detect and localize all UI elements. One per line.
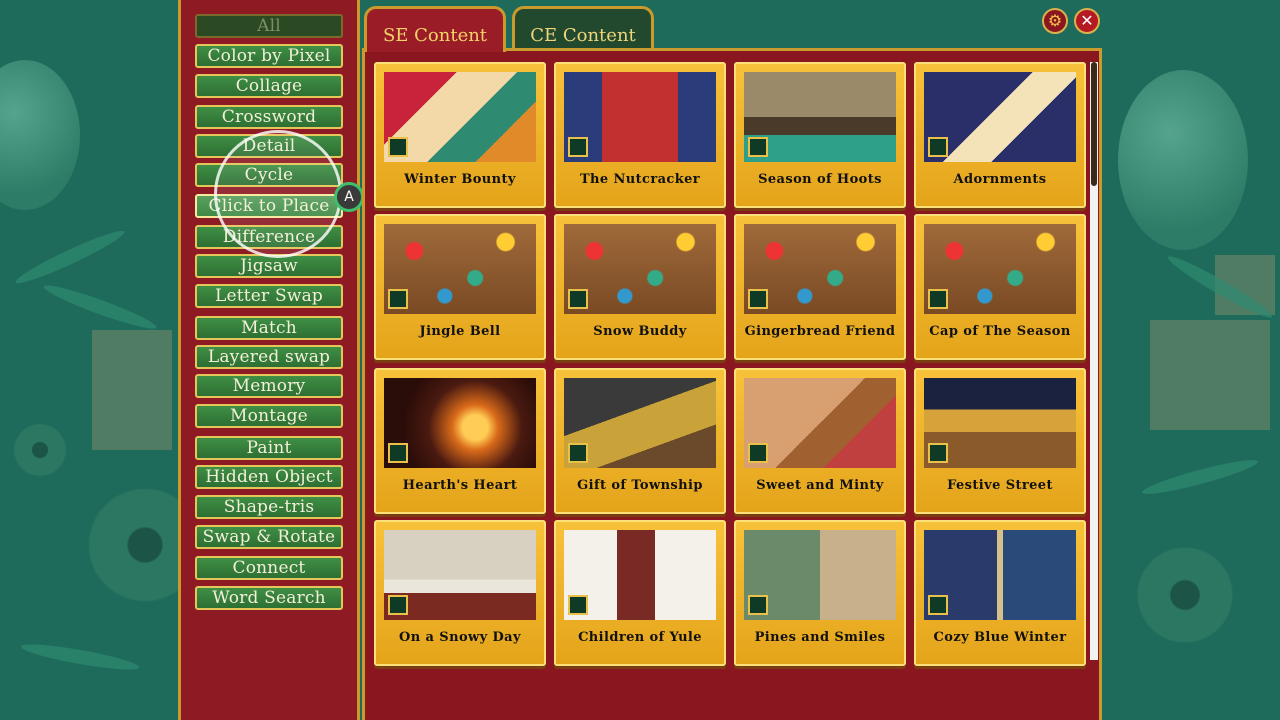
puzzle-title: Jingle Bell <box>419 324 501 339</box>
puzzle-title: Children of Yule <box>578 630 702 645</box>
category-button-montage[interactable]: Montage <box>195 404 343 428</box>
puzzle-checkbox[interactable] <box>568 443 588 463</box>
puzzle-card[interactable]: Season of Hoots <box>734 62 906 208</box>
puzzle-card[interactable]: Festive Street <box>914 368 1086 514</box>
puzzle-card[interactable]: Pines and Smiles <box>734 520 906 666</box>
puzzle-title: Hearth's Heart <box>402 478 518 493</box>
puzzle-checkbox[interactable] <box>568 289 588 309</box>
puzzle-title: Adornments <box>953 172 1047 187</box>
tab-ce-content[interactable]: CE Content <box>512 6 654 48</box>
category-button-match[interactable]: Match <box>195 316 343 340</box>
poinsettia-decoration <box>1130 540 1240 650</box>
puzzle-checkbox[interactable] <box>388 289 408 309</box>
puzzle-card[interactable]: On a Snowy Day <box>374 520 546 666</box>
gift-decoration <box>1150 320 1270 430</box>
puzzle-title: Cap of The Season <box>929 324 1071 339</box>
puzzle-card[interactable]: Hearth's Heart <box>374 368 546 514</box>
category-button-word-search[interactable]: Word Search <box>195 586 343 610</box>
puzzle-card[interactable]: Winter Bounty <box>374 62 546 208</box>
puzzle-title: On a Snowy Day <box>399 630 521 645</box>
category-button-letter-swap[interactable]: Letter Swap <box>195 284 343 308</box>
category-button-jigsaw[interactable]: Jigsaw <box>195 254 343 278</box>
puzzle-card[interactable]: Sweet and Minty <box>734 368 906 514</box>
puzzle-checkbox[interactable] <box>748 137 768 157</box>
category-button-hidden-object[interactable]: Hidden Object <box>195 465 343 489</box>
category-button-shape-tris[interactable]: Shape-tris <box>195 495 343 519</box>
puzzle-title: Gift of Township <box>577 478 703 493</box>
leaf-decoration <box>19 639 141 675</box>
puzzle-checkbox[interactable] <box>568 595 588 615</box>
scrollbar-thumb[interactable] <box>1091 62 1097 186</box>
puzzle-checkbox[interactable] <box>748 289 768 309</box>
puzzle-checkbox[interactable] <box>568 137 588 157</box>
leaf-decoration <box>1140 454 1260 500</box>
puzzle-title: Sweet and Minty <box>756 478 884 493</box>
puzzle-checkbox[interactable] <box>748 443 768 463</box>
puzzle-card[interactable]: Adornments <box>914 62 1086 208</box>
puzzle-title: Pines and Smiles <box>754 630 886 645</box>
puzzle-title: Snow Buddy <box>593 324 687 339</box>
puzzle-title: Season of Hoots <box>758 172 882 187</box>
puzzle-title: Festive Street <box>947 478 1053 493</box>
gift-decoration <box>92 330 172 450</box>
tab-se-content[interactable]: SE Content <box>364 6 506 52</box>
puzzle-title: The Nutcracker <box>579 172 701 187</box>
category-button-all[interactable]: All <box>195 14 343 38</box>
close-icon[interactable]: ✕ <box>1074 8 1100 34</box>
category-button-crossword[interactable]: Crossword <box>195 105 343 129</box>
puzzle-checkbox[interactable] <box>748 595 768 615</box>
puzzle-card[interactable]: Gift of Township <box>554 368 726 514</box>
ornament-decoration <box>1118 70 1248 250</box>
puzzle-card[interactable]: Cap of The Season <box>914 214 1086 360</box>
category-button-paint[interactable]: Paint <box>195 436 343 460</box>
puzzle-card[interactable]: Snow Buddy <box>554 214 726 360</box>
puzzle-card[interactable]: Jingle Bell <box>374 214 546 360</box>
puzzle-checkbox[interactable] <box>928 443 948 463</box>
puzzle-title: Winter Bounty <box>404 172 516 187</box>
puzzle-title: Gingerbread Friend <box>744 324 896 339</box>
puzzle-title: Cozy Blue Winter <box>933 630 1067 645</box>
category-button-memory[interactable]: Memory <box>195 374 343 398</box>
puzzle-checkbox[interactable] <box>388 443 408 463</box>
puzzle-card[interactable]: Children of Yule <box>554 520 726 666</box>
magnifier-cursor <box>214 130 342 258</box>
category-button-layered-swap[interactable]: Layered swap <box>195 345 343 369</box>
category-button-color-by-pixel[interactable]: Color by Pixel <box>195 44 343 68</box>
gear-icon[interactable]: ⚙ <box>1042 8 1068 34</box>
puzzle-card[interactable]: The Nutcracker <box>554 62 726 208</box>
category-button-swap-rotate[interactable]: Swap & Rotate <box>195 525 343 549</box>
leaf-decoration <box>41 279 159 335</box>
ornament-decoration <box>0 60 80 210</box>
puzzle-checkbox[interactable] <box>928 595 948 615</box>
leaf-decoration <box>12 225 128 289</box>
puzzle-checkbox[interactable] <box>388 595 408 615</box>
puzzle-checkbox[interactable] <box>928 289 948 309</box>
puzzle-checkbox[interactable] <box>928 137 948 157</box>
category-sidebar: All Color by Pixel Collage Crossword Detail C… <box>178 0 360 720</box>
puzzle-checkbox[interactable] <box>388 137 408 157</box>
puzzle-card[interactable]: Gingerbread Friend <box>734 214 906 360</box>
category-button-collage[interactable]: Collage <box>195 74 343 98</box>
puzzle-card[interactable]: Cozy Blue Winter <box>914 520 1086 666</box>
poinsettia-decoration <box>10 420 70 480</box>
controller-a-button-icon: A <box>334 182 364 212</box>
category-button-connect[interactable]: Connect <box>195 556 343 580</box>
